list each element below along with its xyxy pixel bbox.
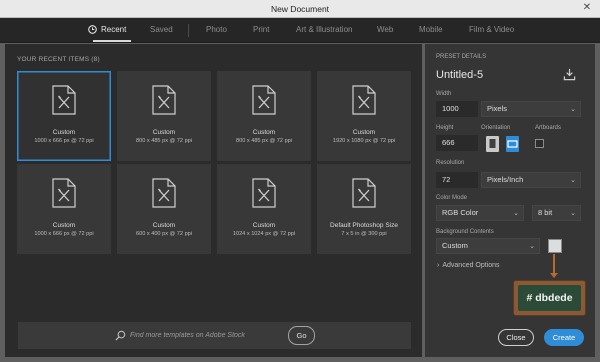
- close-window-icon[interactable]: ✕: [581, 2, 593, 14]
- tab-film-video[interactable]: Film & Video: [469, 25, 514, 34]
- recent-item-details: 1000 x 666 px @ 72 ppi: [34, 138, 94, 144]
- bit-depth-select[interactable]: 8 bit ⌄: [532, 205, 581, 221]
- portrait-icon: [489, 139, 496, 148]
- width-unit-value: Pixels: [487, 104, 508, 113]
- recent-item-card[interactable]: Custom 1000 x 666 px @ 72 ppi: [17, 71, 111, 161]
- callout-arrow: [550, 273, 558, 278]
- recent-item-details: 800 x 485 px @ 72 ppi: [135, 138, 193, 144]
- background-color-swatch[interactable]: [548, 239, 562, 253]
- tab-photo[interactable]: Photo: [206, 25, 227, 34]
- document-icon: [352, 178, 376, 208]
- resolution-input[interactable]: 72: [436, 172, 478, 188]
- save-preset-icon[interactable]: [563, 68, 576, 81]
- recent-item-details: 7 x 5 in @ 300 ppi: [341, 231, 387, 237]
- preset-details-label: PRESET DETAILS: [436, 54, 487, 60]
- color-mode-value: RGB Color: [442, 208, 479, 217]
- tab-print[interactable]: Print: [253, 25, 269, 34]
- go-button[interactable]: Go: [288, 326, 315, 345]
- title-bar: New Document ✕: [0, 0, 600, 18]
- document-icon: [252, 178, 276, 208]
- color-callout: # dbdede: [513, 280, 586, 316]
- stock-search-input[interactable]: [130, 328, 280, 342]
- document-icon: [352, 85, 376, 115]
- artboards-label: Artboards: [535, 125, 562, 131]
- document-icon: [152, 85, 176, 115]
- background-contents-value: Custom: [442, 241, 468, 250]
- recent-item-details: 1000 x 666 px @ 72 ppi: [34, 231, 94, 237]
- document-name[interactable]: Untitled-5: [436, 69, 483, 81]
- recent-item-details: 600 x 400 px @ 72 ppi: [135, 231, 193, 237]
- width-label: Width: [436, 91, 452, 97]
- color-mode-label: Color Mode: [436, 195, 468, 201]
- recent-item-name: Custom: [52, 129, 76, 136]
- recent-item-name: Custom: [352, 129, 376, 136]
- document-icon: [52, 178, 76, 208]
- background-contents-select[interactable]: Custom ⌄: [436, 238, 540, 254]
- resolution-unit-select[interactable]: Pixels/Inch ⌄: [481, 172, 581, 188]
- resolution-unit-value: Pixels/Inch: [487, 175, 524, 184]
- recent-item-name: Custom: [152, 129, 176, 136]
- landscape-orientation-button[interactable]: [506, 136, 519, 152]
- recent-item-name: Default Photoshop Size: [330, 222, 398, 229]
- recent-item-name: Custom: [252, 129, 276, 136]
- category-tab-bar: Recent Saved Photo Print Art & Illustrat…: [0, 18, 600, 43]
- document-icon: [252, 85, 276, 115]
- recent-items-header: YOUR RECENT ITEMS (8): [17, 56, 100, 63]
- chevron-down-icon: ⌄: [570, 106, 576, 113]
- recent-item-details: 1920 x 1080 px @ 72 ppi: [332, 138, 396, 144]
- recent-items-area: YOUR RECENT ITEMS (8) Custom 1000 x 666 …: [5, 44, 422, 357]
- tab-divider: [188, 24, 189, 37]
- window-title: New Document: [270, 4, 330, 14]
- height-input[interactable]: 666: [436, 135, 478, 151]
- recent-item-name: Custom: [52, 222, 76, 229]
- landscape-icon: [507, 140, 518, 148]
- recent-item-card[interactable]: Custom 600 x 400 px @ 72 ppi: [117, 164, 211, 254]
- resolution-label: Resolution: [436, 160, 465, 166]
- bit-depth-value: 8 bit: [538, 208, 553, 217]
- advanced-options-toggle[interactable]: › Advanced Options: [437, 262, 500, 269]
- background-contents-label: Background Contents: [436, 229, 494, 235]
- artboards-checkbox[interactable]: [535, 139, 544, 148]
- document-icon: [152, 178, 176, 208]
- chevron-down-icon: ⌄: [513, 210, 519, 217]
- orientation-label: Orientation: [481, 125, 511, 131]
- tab-recent-label: Recent: [101, 25, 127, 34]
- recent-item-details: 1024 x 1024 px @ 72 ppi: [232, 231, 296, 237]
- tab-web[interactable]: Web: [377, 25, 393, 34]
- recent-item-card[interactable]: Default Photoshop Size 7 x 5 in @ 300 pp…: [317, 164, 411, 254]
- recent-item-card[interactable]: Custom 1024 x 1024 px @ 72 ppi: [217, 164, 311, 254]
- chevron-down-icon: ⌄: [529, 243, 535, 250]
- clock-icon: [88, 25, 97, 34]
- stock-search-bar: Go: [18, 322, 411, 349]
- recent-item-card[interactable]: Custom 800 x 485 px @ 72 ppi: [117, 71, 211, 161]
- advanced-options-label: Advanced Options: [442, 262, 500, 269]
- recent-item-name: Custom: [252, 222, 276, 229]
- recent-item-card[interactable]: Custom 1000 x 666 px @ 72 ppi: [17, 164, 111, 254]
- tab-saved[interactable]: Saved: [150, 25, 173, 34]
- color-hex-label: # dbdede: [518, 285, 581, 311]
- tab-mobile[interactable]: Mobile: [419, 25, 443, 34]
- portrait-orientation-button[interactable]: [486, 136, 499, 152]
- chevron-down-icon: ⌄: [570, 177, 576, 184]
- recent-item-card[interactable]: Custom 800 x 485 px @ 72 ppi: [217, 71, 311, 161]
- width-input[interactable]: 1000: [436, 101, 478, 117]
- height-label: Height: [436, 125, 454, 131]
- active-tab-indicator: [93, 40, 131, 42]
- width-unit-select[interactable]: Pixels ⌄: [481, 101, 581, 117]
- recent-item-name: Custom: [152, 222, 176, 229]
- chevron-down-icon: ⌄: [570, 210, 576, 217]
- tab-recent[interactable]: Recent: [88, 25, 126, 34]
- search-icon: [115, 330, 126, 341]
- create-button[interactable]: Create: [544, 329, 584, 346]
- chevron-right-icon: ›: [437, 262, 440, 269]
- document-icon: [52, 85, 76, 115]
- recent-item-details: 800 x 485 px @ 72 ppi: [235, 138, 293, 144]
- tab-art-illustration[interactable]: Art & Illustration: [296, 25, 352, 34]
- recent-item-card[interactable]: Custom 1920 x 1080 px @ 72 ppi: [317, 71, 411, 161]
- close-button[interactable]: Close: [498, 329, 534, 346]
- color-mode-select[interactable]: RGB Color ⌄: [436, 205, 524, 221]
